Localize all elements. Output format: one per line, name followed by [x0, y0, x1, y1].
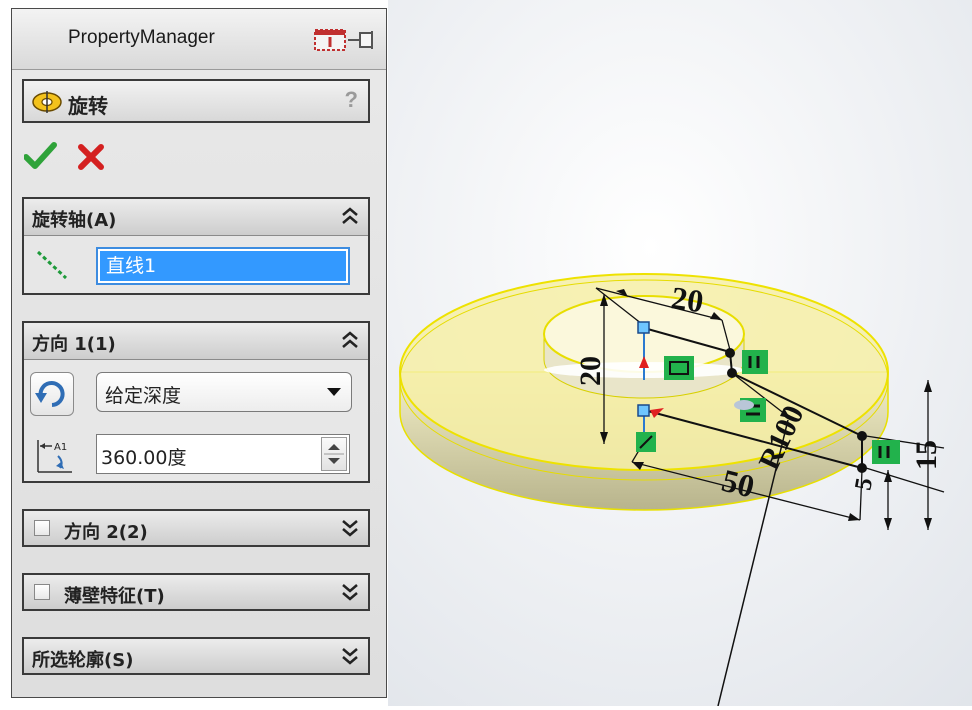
end-condition-dropdown[interactable]: 给定深度 — [96, 372, 352, 412]
collapse-icon[interactable] — [340, 329, 360, 351]
ok-cancel-bar — [23, 139, 114, 175]
property-manager-panel: PropertyManager 旋转 ? 旋转轴(A) 直线1 方向 1(1) … — [11, 8, 387, 698]
reverse-direction-button[interactable] — [30, 372, 74, 416]
axis-selection-field[interactable]: 直线1 — [96, 247, 350, 285]
selected-contours-label: 所选轮廓(S) — [32, 650, 134, 671]
thin-feature-group: 薄壁特征(T) — [22, 573, 370, 611]
selected-contours-header[interactable]: 所选轮廓(S) — [24, 639, 368, 673]
angle-value: 360.00度 — [101, 447, 187, 469]
expand-icon[interactable] — [340, 517, 360, 539]
dimension-15: 15 — [910, 440, 943, 470]
expand-icon[interactable] — [340, 645, 360, 667]
selected-contours-group: 所选轮廓(S) — [22, 637, 370, 675]
revolve-icon — [30, 90, 64, 118]
direction2-group: 方向 2(2) — [22, 509, 370, 547]
property-manager-title: PropertyManager — [68, 27, 215, 48]
direction2-checkbox[interactable] — [34, 520, 50, 536]
feature-name: 旋转 — [68, 94, 108, 118]
reverse-direction-icon — [35, 381, 65, 407]
graphics-viewport[interactable]: 20 20 50 R100 15 5 — [388, 0, 972, 707]
dimension-20-top: 20 — [669, 279, 706, 319]
help-button[interactable]: ? — [345, 87, 358, 113]
chevron-down-icon — [327, 388, 341, 396]
ok-button[interactable] — [23, 142, 57, 169]
angle-input[interactable]: 360.00度 — [96, 434, 350, 474]
cancel-button[interactable] — [78, 144, 104, 170]
direction1-group: 方向 1(1) 给定深度 A1 360.00度 — [22, 321, 370, 483]
axis-line-icon — [34, 248, 70, 286]
svg-text:A1: A1 — [54, 442, 67, 453]
direction2-label: 方向 2(2) — [64, 522, 148, 543]
dimension-20-left: 20 — [574, 356, 607, 386]
angle-spinner[interactable] — [321, 437, 347, 471]
angle-icon: A1 — [34, 438, 76, 480]
axis-group: 旋转轴(A) 直线1 — [22, 197, 370, 295]
direction1-label: 方向 1(1) — [32, 334, 116, 355]
thin-feature-header[interactable]: 薄壁特征(T) — [24, 575, 368, 609]
revolve-preview — [399, 273, 889, 511]
property-manager-header: PropertyManager — [12, 9, 386, 70]
pin-icon[interactable] — [312, 27, 382, 53]
axis-group-header[interactable]: 旋转轴(A) — [24, 199, 368, 236]
feature-header: 旋转 ? — [22, 79, 370, 123]
end-condition-value: 给定深度 — [105, 385, 182, 407]
axis-group-label: 旋转轴(A) — [32, 210, 117, 231]
collapse-icon[interactable] — [340, 205, 360, 227]
thin-feature-label: 薄壁特征(T) — [64, 586, 165, 607]
axis-selection-value: 直线1 — [100, 251, 346, 281]
expand-icon[interactable] — [340, 581, 360, 603]
direction2-header[interactable]: 方向 2(2) — [24, 511, 368, 545]
direction1-header[interactable]: 方向 1(1) — [24, 323, 368, 360]
thin-feature-checkbox[interactable] — [34, 584, 50, 600]
